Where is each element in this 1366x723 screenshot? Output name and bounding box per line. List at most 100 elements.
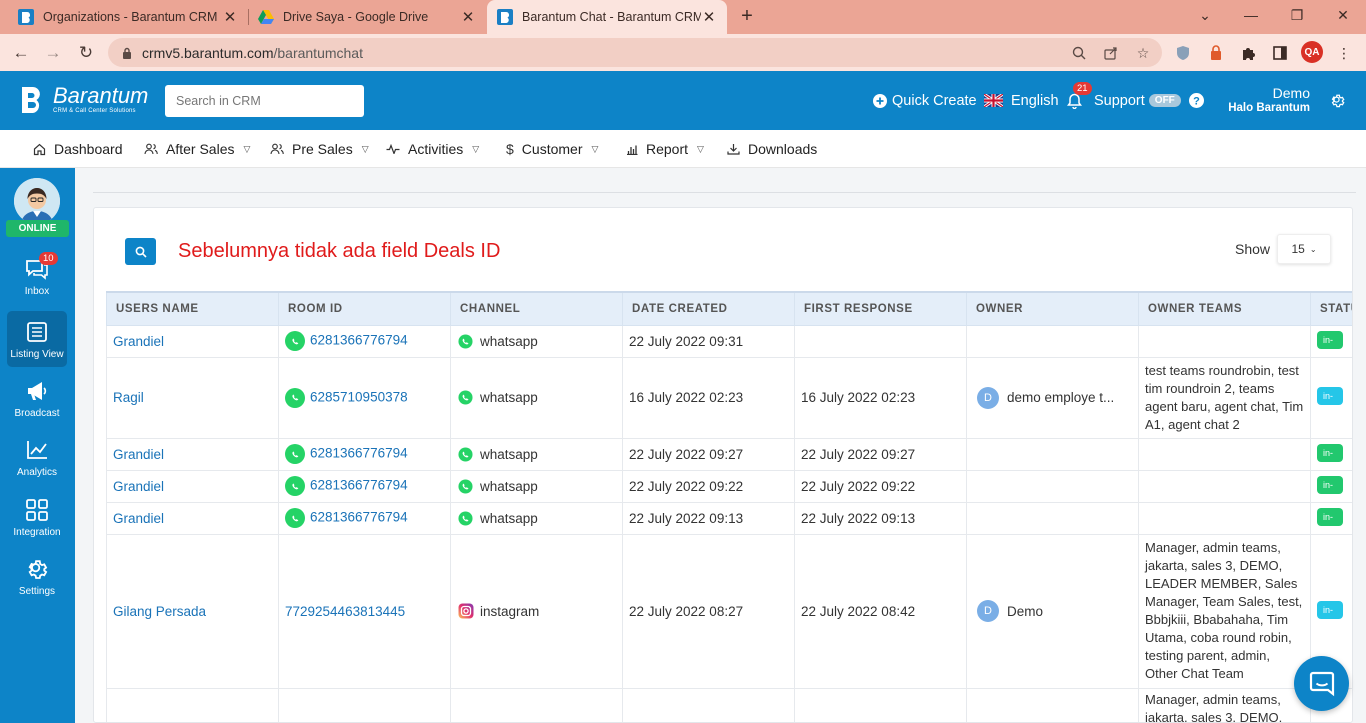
zoom-icon[interactable] bbox=[1070, 44, 1088, 62]
menu-item-customer[interactable]: $ Customer ▽ bbox=[506, 130, 598, 168]
close-tab-icon[interactable]: ✕ bbox=[222, 8, 238, 26]
forward-arrow-icon[interactable]: → bbox=[40, 40, 66, 66]
column-header[interactable]: ROOM ID bbox=[278, 291, 451, 326]
column-header[interactable]: STATUS bbox=[1310, 291, 1352, 326]
crm-search-input[interactable] bbox=[165, 85, 364, 117]
support-toggle[interactable]: Support OFF bbox=[1094, 71, 1181, 130]
browser-tab-organizations[interactable]: Organizations - Barantum CRM ✕ bbox=[8, 0, 248, 34]
menu-item-dashboard[interactable]: Dashboard bbox=[33, 130, 123, 168]
status-badge[interactable]: in- bbox=[1317, 443, 1343, 462]
user-name-link[interactable]: Grandiel bbox=[113, 479, 164, 494]
browser-tab-drive[interactable]: Drive Saya - Google Drive ✕ bbox=[248, 0, 486, 34]
table-row[interactable]: Grandiel 6281366776794 whatsapp 22 July 202… bbox=[106, 501, 1352, 535]
room-id-link[interactable]: 6285710950378 bbox=[310, 389, 408, 404]
cell-owner-teams bbox=[1138, 469, 1311, 503]
maximize-button[interactable]: ❐ bbox=[1274, 0, 1320, 30]
table-row[interactable]: Ragil 6285710950378 whatsapp 16 July 2022 0… bbox=[106, 356, 1352, 439]
address-bar[interactable]: crmv5.barantum.com/barantumchat ☆ bbox=[108, 38, 1162, 67]
column-header[interactable]: CHANNEL bbox=[450, 291, 623, 326]
tab-search-chevron-icon[interactable]: ⌄ bbox=[1182, 0, 1228, 30]
menu-item-report[interactable]: Report ▽ bbox=[626, 130, 704, 168]
cell-date-created: 22 July 2022 09:27 bbox=[622, 437, 795, 471]
shield-extension-icon[interactable] bbox=[1173, 43, 1193, 63]
status-badge[interactable]: in- bbox=[1317, 330, 1343, 349]
table-row[interactable]: Grandiel 6281366776794 whatsapp 22 July 202… bbox=[106, 469, 1352, 503]
room-id-link[interactable]: 7729254463813445 bbox=[285, 604, 405, 619]
side-panel-icon[interactable] bbox=[1270, 43, 1290, 63]
sidebar-item-broadcast[interactable]: Broadcast bbox=[7, 370, 67, 426]
room-id-link[interactable]: 6281366776794 bbox=[310, 510, 408, 525]
browser-tab-barantum-chat[interactable]: Barantum Chat - Barantum CRM ✕ bbox=[487, 0, 727, 34]
cell-user-name[interactable]: Gilang Persada bbox=[106, 533, 279, 689]
menu-item-downloads[interactable]: Downloads bbox=[727, 130, 817, 168]
close-tab-icon[interactable]: ✕ bbox=[460, 8, 476, 26]
status-badge[interactable]: in- bbox=[1317, 475, 1343, 494]
barantum-logo[interactable]: Barantum CRM & Call Center Solutions bbox=[18, 83, 148, 115]
menu-item-after-sales[interactable]: After Sales ▽ bbox=[144, 130, 250, 168]
menu-label: After Sales bbox=[166, 141, 235, 157]
channel-name: whatsapp bbox=[480, 333, 538, 349]
user-name-link[interactable]: Grandiel bbox=[113, 447, 164, 462]
column-header[interactable]: USERS NAME bbox=[106, 291, 279, 326]
cell-user-name[interactable]: Ragil bbox=[106, 356, 279, 439]
back-arrow-icon[interactable]: ← bbox=[8, 40, 34, 66]
live-chat-launcher-button[interactable] bbox=[1294, 656, 1349, 711]
column-header[interactable]: DATE CREATED bbox=[622, 291, 795, 326]
close-tab-icon[interactable]: ✕ bbox=[701, 8, 717, 26]
user-name-link[interactable]: Ragil bbox=[113, 390, 144, 405]
menu-item-activities[interactable]: Activities ▽ bbox=[386, 130, 479, 168]
table-row[interactable]: Grandiel 6281366776794 whatsapp 22 July 202… bbox=[106, 324, 1352, 358]
sidebar-item-settings[interactable]: Settings bbox=[7, 548, 67, 604]
status-badge[interactable]: in- bbox=[1317, 507, 1343, 526]
user-name-link[interactable]: Gilang Persada bbox=[113, 604, 206, 619]
whatsapp-call-icon bbox=[285, 331, 305, 351]
column-header[interactable]: OWNER bbox=[966, 291, 1139, 326]
sidebar-item-listing-view[interactable]: Listing View bbox=[7, 311, 67, 367]
sidebar-item-analytics[interactable]: Analytics bbox=[7, 429, 67, 485]
cell-user-name[interactable]: Grandiel bbox=[106, 501, 279, 535]
bookmark-star-icon[interactable]: ☆ bbox=[1134, 44, 1152, 62]
notification-bell-button[interactable]: 21 bbox=[1067, 71, 1092, 130]
cell-user-name[interactable]: Grandiel bbox=[106, 469, 279, 503]
table-row[interactable]: Grandiel 6281366776794 whatsapp 22 July 202… bbox=[106, 437, 1352, 471]
cell-user-name[interactable]: Grandiel bbox=[106, 437, 279, 471]
table-row[interactable]: Manager, admin teams, jakarta, sales 3, … bbox=[106, 687, 1352, 722]
room-id-link[interactable]: 6281366776794 bbox=[310, 478, 408, 493]
profile-avatar[interactable]: QA bbox=[1301, 41, 1323, 63]
status-badge[interactable]: in- bbox=[1317, 600, 1343, 619]
language-selector[interactable]: English bbox=[984, 71, 1059, 130]
search-button[interactable] bbox=[125, 238, 156, 265]
cell-user-name[interactable] bbox=[106, 687, 279, 722]
cell-first-response: 22 July 2022 08:42 bbox=[794, 533, 967, 689]
user-name-link[interactable]: Grandiel bbox=[113, 334, 164, 349]
room-id-link[interactable]: 6281366776794 bbox=[310, 446, 408, 461]
puzzle-extensions-icon[interactable] bbox=[1238, 43, 1258, 63]
extension-lock-icon[interactable] bbox=[1206, 43, 1226, 63]
menu-item-pre-sales[interactable]: Pre Sales ▽ bbox=[270, 130, 369, 168]
tab-title: Drive Saya - Google Drive bbox=[283, 10, 429, 24]
new-tab-button[interactable]: + bbox=[736, 6, 758, 28]
reload-icon[interactable]: ↻ bbox=[73, 40, 99, 66]
column-header[interactable]: OWNER TEAMS bbox=[1138, 291, 1311, 326]
column-header[interactable]: FIRST RESPONSE bbox=[794, 291, 967, 326]
online-status-badge[interactable]: ONLINE bbox=[6, 220, 69, 237]
close-window-button[interactable]: ✕ bbox=[1320, 0, 1366, 30]
status-badge[interactable]: in- bbox=[1317, 387, 1343, 405]
cell-user-name[interactable]: Grandiel bbox=[106, 324, 279, 358]
settings-button[interactable] bbox=[1330, 71, 1350, 130]
more-menu-icon[interactable]: ⋮ bbox=[1334, 43, 1354, 63]
page-size-select[interactable]: 15 ⌄ bbox=[1277, 234, 1331, 264]
minimize-button[interactable]: — bbox=[1228, 0, 1274, 30]
share-icon[interactable] bbox=[1102, 44, 1120, 62]
quick-create-button[interactable]: Quick Create bbox=[873, 71, 977, 130]
sidebar-item-inbox[interactable]: 10 Inbox bbox=[7, 248, 67, 304]
cell-room-id: 6285710950378 bbox=[278, 356, 451, 439]
lock-icon[interactable] bbox=[118, 44, 136, 62]
user-profile[interactable]: Demo Halo Barantum bbox=[1228, 85, 1310, 114]
room-id-link[interactable]: 6281366776794 bbox=[310, 333, 408, 348]
table-row[interactable]: Gilang Persada 7729254463813445 instagram 2… bbox=[106, 533, 1352, 689]
user-name-link[interactable]: Grandiel bbox=[113, 511, 164, 526]
help-button[interactable]: ? bbox=[1189, 71, 1209, 130]
agent-avatar[interactable] bbox=[14, 178, 60, 224]
sidebar-item-integration[interactable]: Integration bbox=[7, 489, 67, 545]
